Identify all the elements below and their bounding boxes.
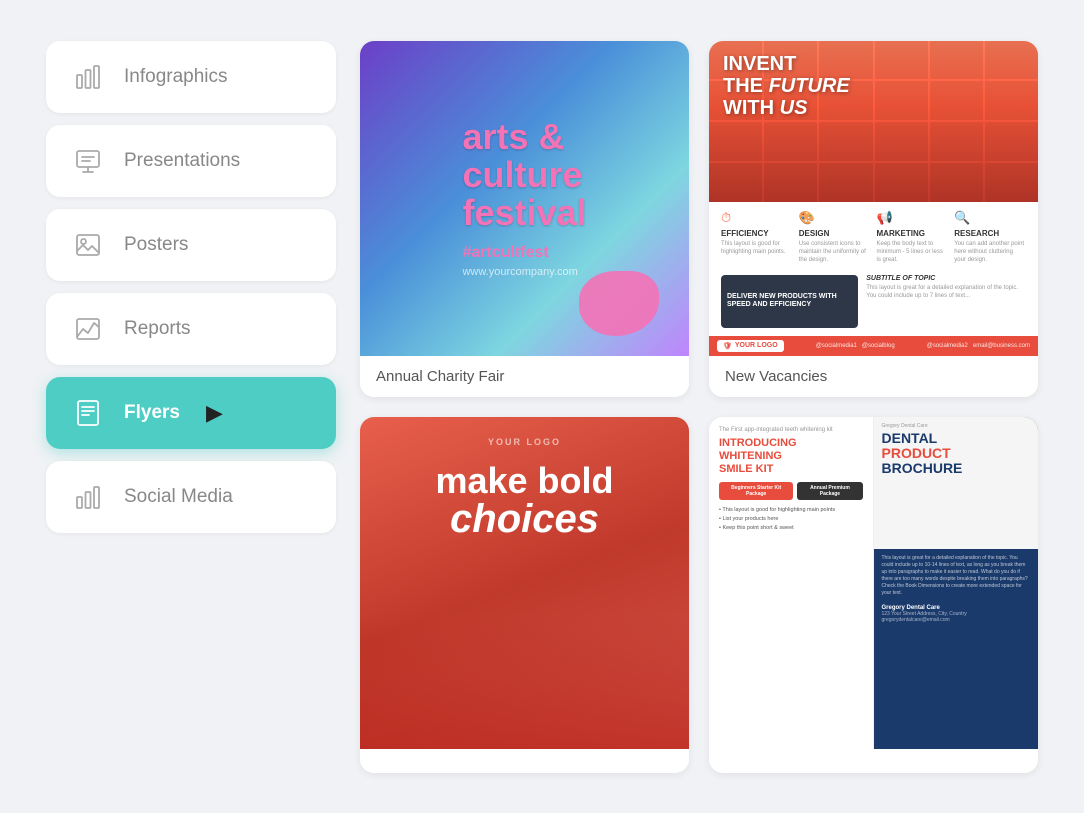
future-deliver-section: DELIVER NEW PRODUCTS WITH SPEED AND EFFI…: [721, 275, 1026, 328]
bold-choices-label: [360, 749, 689, 773]
feature-research-desc: You can add another point here without c…: [954, 241, 1026, 264]
arts-festival-content: arts &culturefestival #artcultfest www.y…: [442, 98, 606, 297]
presentation-icon: [70, 143, 106, 179]
feature-design: 🎨 DESIGN Use consistent icons to maintai…: [799, 210, 871, 269]
arts-festival-label: Annual Charity Fair: [360, 356, 689, 397]
future-top-section: INVENTTHE FUTUREWITH US: [709, 41, 1038, 203]
sidebar-item-reports[interactable]: Reports: [46, 293, 336, 365]
feature-efficiency: ⏱ EFFICIENCY This layout is good for hig…: [721, 210, 793, 269]
arts-festival-card[interactable]: arts &culturefestival #artcultfest www.y…: [360, 41, 689, 397]
sidebar-item-infographics[interactable]: Infographics: [46, 41, 336, 113]
dental-top-strip: Gregory Dental Care DENTALPRODUCTBROCHUR…: [874, 417, 1039, 550]
future-social: @socialmedia2 email@business.com: [927, 343, 1030, 349]
dental-company-label: Gregory Dental Care: [882, 423, 1031, 429]
whitening-title-text: INTRODUCINGWHITENINGSMILE KIT: [719, 437, 863, 477]
dental-body-text: This layout is great for a detailed expl…: [882, 555, 1031, 597]
feature-marketing: 📢 MARKETING Keep the body text to minimu…: [877, 210, 949, 269]
dental-section: Gregory Dental Care DENTALPRODUCTBROCHUR…: [874, 417, 1039, 749]
design-icon: 🎨: [799, 210, 815, 226]
sidebar-item-infographics-label: Infographics: [124, 66, 228, 88]
future-subtitle-box: SUBTITLE OF TOPIC This layout is great f…: [866, 275, 1026, 328]
flyer-icon: [70, 395, 106, 431]
future-body-text: This layout is great for a detailed expl…: [866, 285, 1026, 301]
chart-icon: [70, 479, 106, 515]
main-content-grid: arts &culturefestival #artcultfest www.y…: [360, 41, 1038, 773]
invent-future-card[interactable]: INVENTTHE FUTUREWITH US ⏱ EFFICIENCY Thi…: [709, 41, 1038, 397]
feature-efficiency-title: EFFICIENCY: [721, 229, 793, 238]
future-contact: @socialmedia1 @socialblog: [816, 343, 895, 349]
arts-festival-image: arts &culturefestival #artcultfest www.y…: [360, 41, 689, 356]
future-logo-text: YOUR LOGO: [735, 342, 778, 349]
bold-bottom-decoration: [360, 616, 689, 749]
sidebar-item-social-media-label: Social Media: [124, 486, 233, 508]
feature-efficiency-desc: This layout is good for highlighting mai…: [721, 241, 793, 257]
bold-choices-card[interactable]: YOUR LOGO make boldchoices: [360, 417, 689, 773]
future-features-grid: ⏱ EFFICIENCY This layout is good for hig…: [721, 210, 1026, 269]
whitening-list: • This layout is good for highlighting m…: [719, 506, 863, 532]
dental-image: The First app-integrated teeth whitening…: [709, 417, 1038, 749]
sidebar-item-social-media[interactable]: Social Media: [46, 461, 336, 533]
bar-chart-icon: [70, 59, 106, 95]
efficiency-icon: ⏱: [721, 210, 737, 226]
feature-marketing-desc: Keep the body text to minimum - 5 lines …: [877, 241, 949, 264]
whitening-section: The First app-integrated teeth whitening…: [709, 417, 874, 749]
arts-festival-title: arts &culturefestival: [462, 118, 586, 231]
cursor-indicator: ▶: [206, 400, 223, 426]
arts-festival-hashtag: #artcultfest: [462, 244, 586, 262]
image-icon: [70, 227, 106, 263]
dental-bottom-section: This layout is great for a detailed expl…: [874, 549, 1039, 748]
dental-label: [709, 749, 1038, 773]
invent-future-image: INVENTTHE FUTUREWITH US ⏱ EFFICIENCY Thi…: [709, 41, 1038, 356]
sidebar-item-posters[interactable]: Posters: [46, 209, 336, 281]
arts-festival-website: www.yourcompany.com: [462, 266, 586, 278]
deliver-dark-box: DELIVER NEW PRODUCTS WITH SPEED AND EFFI…: [721, 275, 858, 328]
sidebar-item-posters-label: Posters: [124, 234, 188, 256]
bold-title-text: make boldchoices: [435, 463, 613, 539]
invent-future-label: New Vacancies: [709, 356, 1038, 397]
future-subtitle-text: SUBTITLE OF TOPIC: [866, 275, 1026, 282]
sidebar: Infographics Presentations: [46, 41, 336, 773]
package-premium[interactable]: Annual Premium Package: [797, 482, 862, 500]
sidebar-item-flyers-label: Flyers: [124, 402, 180, 424]
whitening-tag-text: The First app-integrated teeth whitening…: [719, 427, 863, 433]
bold-logo-text: YOUR LOGO: [488, 437, 561, 447]
bold-main-text: make boldchoices: [435, 463, 613, 539]
sidebar-item-reports-label: Reports: [124, 318, 191, 340]
feature-research: 🔍 RESEARCH You can add another point her…: [954, 210, 1026, 269]
future-city-background: INVENTTHE FUTUREWITH US: [709, 41, 1038, 203]
sidebar-item-flyers[interactable]: Flyers ▶: [46, 377, 336, 449]
dental-brochure-title: DENTALPRODUCTBROCHURE: [882, 431, 1031, 477]
dental-card[interactable]: The First app-integrated teeth whitening…: [709, 417, 1038, 773]
app-container: Infographics Presentations: [22, 17, 1062, 797]
sidebar-item-presentations-label: Presentations: [124, 150, 240, 172]
future-main-title: INVENTTHE FUTUREWITH US: [723, 53, 850, 119]
feature-marketing-title: MARKETING: [877, 229, 949, 238]
deliver-text: DELIVER NEW PRODUCTS WITH SPEED AND EFFI…: [727, 293, 852, 310]
research-icon: 🔍: [954, 210, 970, 226]
whitening-packages: Beginners Starter Kit Package Annual Pre…: [719, 482, 863, 500]
feature-design-title: DESIGN: [799, 229, 871, 238]
feature-research-title: RESEARCH: [954, 229, 1026, 238]
future-bottom-section: ⏱ EFFICIENCY This layout is good for hig…: [709, 202, 1038, 335]
package-beginners[interactable]: Beginners Starter Kit Package: [719, 482, 793, 500]
sidebar-item-presentations[interactable]: Presentations: [46, 125, 336, 197]
future-logo: 🛡 YOUR LOGO: [717, 340, 784, 352]
trend-icon: [70, 311, 106, 347]
feature-design-desc: Use consistent icons to maintain the uni…: [799, 241, 871, 264]
marketing-icon: 📢: [877, 210, 893, 226]
future-footer: 🛡 YOUR LOGO @socialmedia1 @socialblog @s…: [709, 336, 1038, 356]
dental-logo-area: Gregory Dental Care 123 Your Street Addr…: [882, 605, 1031, 623]
bold-choices-image: YOUR LOGO make boldchoices: [360, 417, 689, 749]
